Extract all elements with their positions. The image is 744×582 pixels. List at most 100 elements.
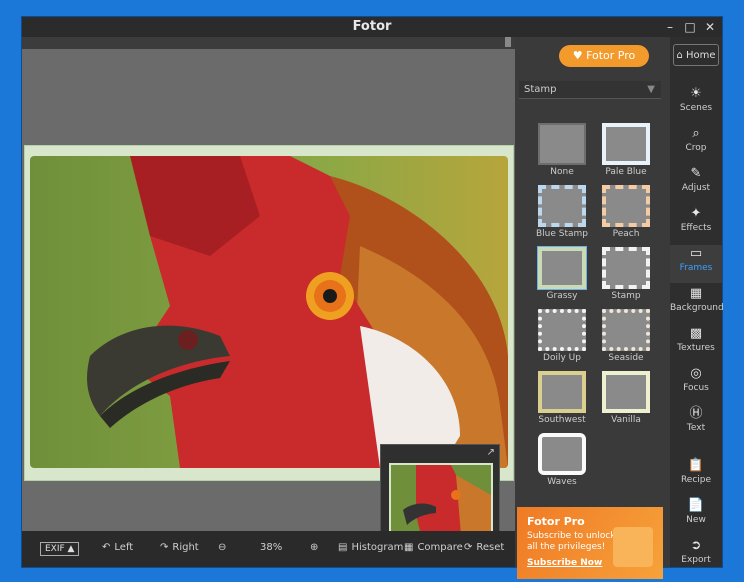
- promo-text: Subscribe to unlock all the privileges!: [527, 531, 616, 552]
- rail-label: Frames: [679, 263, 713, 273]
- rail-item-frames[interactable]: ▭ Frames: [670, 245, 722, 283]
- frame-label: Waves: [547, 477, 577, 487]
- frame-tile-pale-blue[interactable]: Pale Blue: [602, 123, 650, 181]
- category-dropdown[interactable]: Stamp ▼: [519, 81, 661, 99]
- crop-icon: ⌕: [692, 126, 700, 141]
- sun-icon: ☀: [690, 86, 702, 101]
- rail-label: Recipe: [680, 475, 712, 485]
- app-window: Fotor – □ ✕ ↗ EXIF ▲ ↶ Left ↷ Right ⊖ 38…: [22, 17, 724, 579]
- rail-item-textures[interactable]: ▩ Textures: [670, 325, 722, 363]
- frame-tile-stamp[interactable]: Stamp: [602, 247, 650, 305]
- rail-item-recipe[interactable]: 📋 Recipe: [670, 457, 722, 495]
- chevron-down-icon: ▼: [647, 84, 655, 95]
- frame-thumbnail: [538, 433, 586, 475]
- rotate-right-button[interactable]: ↷ Right: [160, 542, 199, 553]
- photo-frame: [24, 145, 514, 481]
- frame-tile-none[interactable]: None: [538, 123, 586, 181]
- frame-tile-waves[interactable]: Waves: [538, 433, 586, 491]
- rail-item-crop[interactable]: ⌕ Crop: [670, 125, 722, 163]
- exif-button[interactable]: EXIF ▲: [40, 542, 80, 556]
- canvas-top-strip: [22, 37, 515, 49]
- rotate-left-label: Left: [114, 542, 134, 553]
- title-bar: Fotor – □ ✕: [22, 17, 722, 37]
- promo-title: Fotor Pro: [527, 515, 585, 528]
- frame-thumbnail: [602, 123, 650, 165]
- rail-label: Effects: [680, 223, 712, 233]
- rail-label: Textures: [677, 343, 715, 353]
- frame-tile-seaside[interactable]: Seaside: [602, 309, 650, 367]
- texture-icon: ▩: [689, 326, 703, 341]
- pro-promo-banner[interactable]: Fotor Pro Subscribe to unlock all the pr…: [517, 507, 663, 579]
- rail-label: Text: [686, 423, 706, 433]
- frame-tile-doily-up[interactable]: Doily Up: [538, 309, 586, 367]
- frame-label: Southwest: [538, 415, 586, 425]
- rail-label: New: [686, 515, 706, 525]
- frames-panel: ♥ Fotor Pro Stamp ▼ None Pale Blue Blue …: [515, 37, 670, 579]
- rotate-left-button[interactable]: ↶ Left: [102, 542, 133, 553]
- rail-item-adjust[interactable]: ✎ Adjust: [670, 165, 722, 203]
- frame-label: Doily Up: [543, 353, 581, 363]
- rail-label: Crop: [685, 143, 707, 153]
- navigator-panel[interactable]: ↗: [380, 444, 500, 542]
- frame-thumbnail: [538, 123, 586, 165]
- scrollbar-thumb[interactable]: [505, 37, 511, 47]
- rail-item-focus[interactable]: ◎ Focus: [670, 365, 722, 403]
- rail-item-background[interactable]: ▦ Background: [670, 285, 724, 323]
- frame-thumbnail: [602, 309, 650, 351]
- frame-label: Peach: [612, 229, 640, 239]
- reset-label: Reset: [476, 542, 505, 553]
- frame-label: Blue Stamp: [535, 229, 588, 239]
- zoom-out-icon[interactable]: ⊖: [218, 542, 226, 553]
- canvas-area[interactable]: ↗: [22, 37, 515, 542]
- rotate-right-label: Right: [172, 542, 199, 553]
- histogram-icon: ▤: [338, 542, 348, 553]
- expand-icon[interactable]: ↗: [487, 447, 495, 458]
- compare-label: Compare: [417, 542, 463, 553]
- app-title: Fotor: [352, 19, 392, 34]
- frame-label: None: [550, 167, 574, 177]
- frame-icon: ▭: [689, 246, 703, 261]
- frame-thumbnail: [537, 246, 587, 290]
- rail-item-text[interactable]: Ⓗ Text: [670, 405, 722, 443]
- photo-canvas[interactable]: [30, 156, 508, 468]
- close-icon[interactable]: ✕: [700, 17, 720, 37]
- histogram-button[interactable]: ▤ Histogram: [338, 542, 403, 553]
- export-icon: ➲: [690, 538, 702, 553]
- fotor-pro-button[interactable]: ♥ Fotor Pro: [559, 45, 649, 67]
- frame-label: Grassy: [546, 291, 578, 301]
- frame-thumbnail: [602, 247, 650, 289]
- frame-thumbnail: [602, 185, 650, 227]
- sparkle-icon: ✦: [690, 206, 702, 221]
- rail-item-export[interactable]: ➲ Export: [670, 537, 722, 575]
- zoom-in-icon[interactable]: ⊕: [310, 542, 318, 553]
- histogram-label: Histogram: [351, 542, 404, 553]
- frame-grid: None Pale Blue Blue Stamp Peach Grassy S…: [515, 101, 670, 544]
- text-icon: Ⓗ: [689, 406, 703, 421]
- reset-button[interactable]: ⟳ Reset: [464, 542, 504, 553]
- frame-tile-blue-stamp[interactable]: Blue Stamp: [536, 185, 588, 243]
- rail-item-effects[interactable]: ✦ Effects: [670, 205, 722, 243]
- exif-label: EXIF: [45, 544, 65, 554]
- home-button[interactable]: ⌂ Home: [673, 44, 719, 66]
- frame-label: Pale Blue: [605, 167, 647, 177]
- category-label: Stamp: [524, 84, 557, 95]
- rail-label: Background: [670, 303, 724, 313]
- frame-tile-grassy[interactable]: Grassy: [537, 246, 587, 305]
- rotate-right-icon: ↷: [160, 542, 169, 553]
- frame-tile-vanilla[interactable]: Vanilla: [602, 371, 650, 429]
- rail-label: Scenes: [679, 103, 713, 113]
- minimize-icon[interactable]: –: [660, 17, 680, 37]
- compare-button[interactable]: ▦ Compare: [404, 542, 463, 553]
- focus-icon: ◎: [690, 366, 702, 381]
- navigator-thumbnail[interactable]: [389, 463, 493, 537]
- recipe-icon: 📋: [687, 458, 705, 473]
- frame-tile-southwest[interactable]: Southwest: [538, 371, 586, 429]
- maximize-icon[interactable]: □: [680, 17, 700, 37]
- pencil-icon: ✎: [690, 166, 702, 181]
- rail-item-new[interactable]: 📄 New: [670, 497, 722, 535]
- frame-thumbnail: [538, 371, 586, 413]
- rail-label: Export: [681, 555, 711, 565]
- frame-tile-peach[interactable]: Peach: [602, 185, 650, 243]
- subscribe-now-link[interactable]: Subscribe Now: [527, 558, 602, 568]
- rail-item-scenes[interactable]: ☀ Scenes: [670, 85, 722, 123]
